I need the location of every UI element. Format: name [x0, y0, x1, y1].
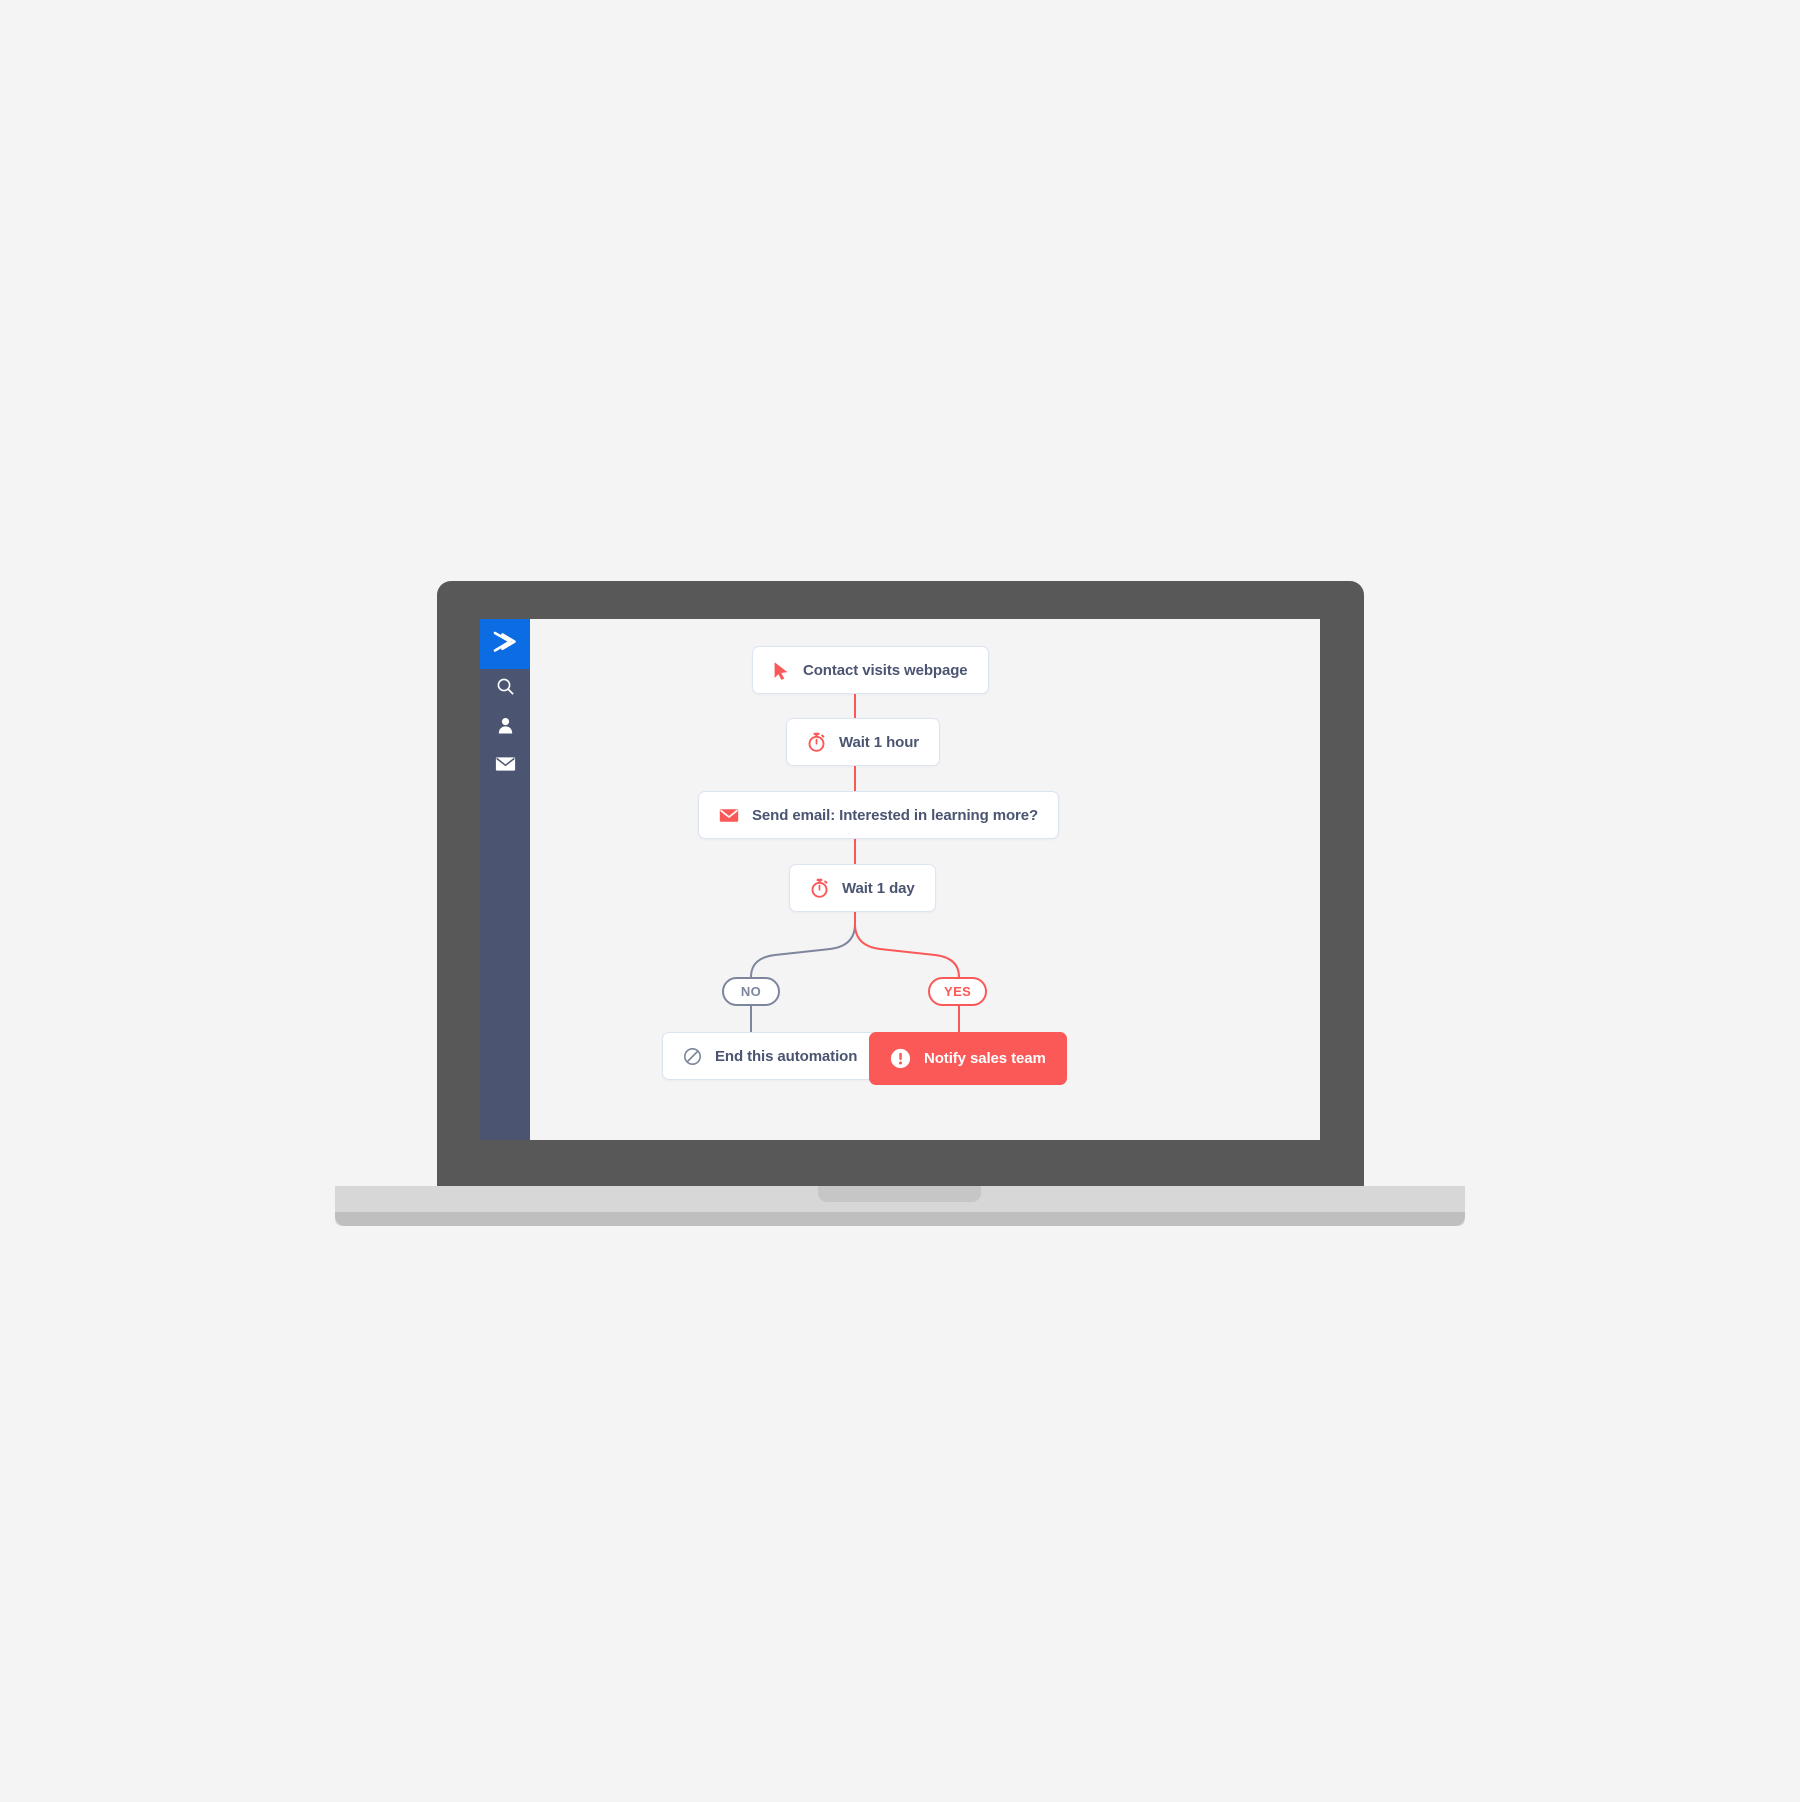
laptop-base-lip	[335, 1212, 1465, 1226]
flow-node-wait-day[interactable]: Wait 1 day	[789, 864, 936, 912]
no-entry-circle-icon	[683, 1047, 702, 1066]
laptop-screen: Contact visits webpage Wait 1 hour Send …	[480, 619, 1320, 1140]
flow-node-label: End this automation	[715, 1047, 858, 1065]
sidebar-item-search[interactable]	[480, 669, 530, 708]
flow-node-label: Wait 1 day	[842, 879, 915, 897]
flow-node-label: Send email: Interested in learning more?	[752, 806, 1039, 824]
stopwatch-icon	[807, 732, 826, 752]
branch-pill-label: NO	[740, 984, 762, 999]
flow-node-label: Wait 1 hour	[839, 733, 920, 751]
envelope-icon	[495, 756, 516, 777]
app-sidebar	[480, 619, 530, 1140]
laptop-base-notch	[818, 1186, 981, 1202]
contact-person-icon	[496, 716, 515, 740]
cursor-arrow-icon	[773, 661, 790, 680]
sidebar-item-campaigns[interactable]	[480, 747, 530, 786]
branch-pill-label: YES	[944, 984, 972, 999]
branch-pill-yes[interactable]: YES	[928, 977, 988, 1006]
flow-node-end-automation[interactable]: End this automation	[662, 1032, 879, 1080]
exclamation-circle-icon	[890, 1048, 911, 1069]
chevron-logo-icon	[490, 630, 520, 659]
flow-node-label: Notify sales team	[924, 1050, 1046, 1067]
laptop-mockup: Contact visits webpage Wait 1 hour Send …	[0, 0, 1800, 1802]
flow-node-label: Contact visits webpage	[803, 661, 968, 679]
flow-node-notify-sales[interactable]: Notify sales team	[869, 1032, 1067, 1085]
flow-node-trigger[interactable]: Contact visits webpage	[752, 646, 989, 694]
flow-node-send-email[interactable]: Send email: Interested in learning more?	[698, 791, 1060, 839]
search-icon	[496, 677, 515, 701]
stopwatch-icon	[810, 878, 829, 898]
branch-pill-no[interactable]: NO	[722, 977, 780, 1006]
sidebar-logo[interactable]	[480, 619, 530, 669]
automation-canvas[interactable]: Contact visits webpage Wait 1 hour Send …	[530, 619, 1320, 1140]
flow-node-wait-hour[interactable]: Wait 1 hour	[786, 718, 941, 766]
envelope-icon	[719, 808, 739, 823]
sidebar-item-contacts[interactable]	[480, 708, 530, 747]
